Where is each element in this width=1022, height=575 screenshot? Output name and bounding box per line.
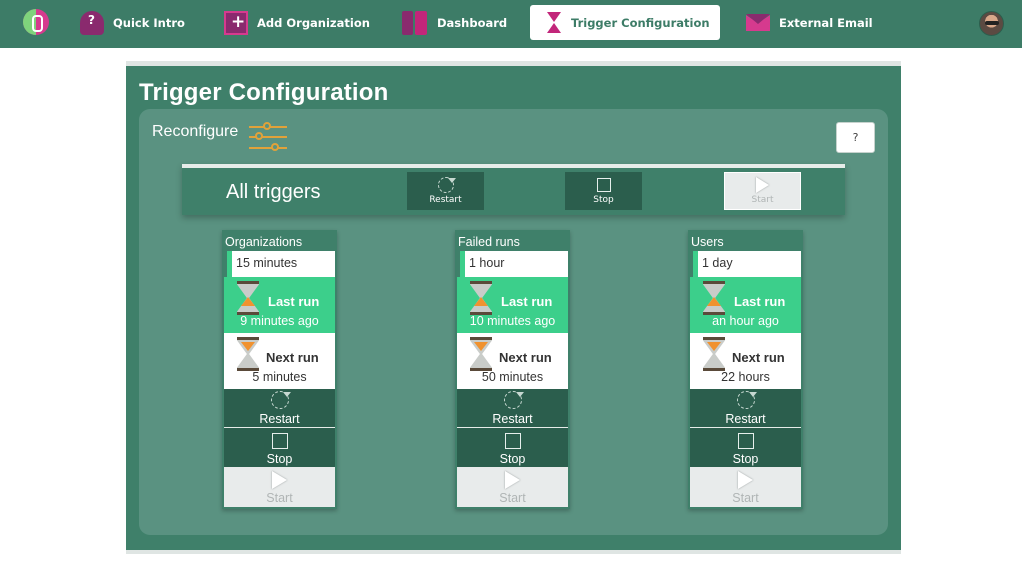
start-label: Start — [732, 491, 759, 505]
nav-add-organization[interactable]: Add Organization — [224, 6, 370, 40]
lightbulb-question-icon — [80, 11, 104, 35]
restart-button[interactable]: Restart — [224, 389, 335, 427]
add-box-icon — [224, 11, 248, 35]
stop-icon — [271, 433, 288, 449]
trigger-name: Users — [691, 235, 724, 249]
help-button[interactable]: ? — [836, 122, 875, 153]
restart-icon — [270, 391, 291, 409]
last-run-label: Last run — [501, 294, 553, 309]
restart-button[interactable]: Restart — [690, 389, 801, 427]
envelope-icon — [746, 11, 770, 35]
start-label: Start — [499, 491, 526, 505]
nav-dashboard-label: Dashboard — [437, 16, 508, 30]
all-restart-button[interactable]: Restart — [407, 172, 484, 210]
last-run-panel: Last run an hour ago — [690, 277, 801, 333]
all-start-label: Start — [751, 195, 774, 205]
restart-label: Restart — [725, 412, 766, 426]
hourglass-icon — [546, 11, 562, 35]
hourglass-icon — [237, 281, 259, 309]
nav-trigger-configuration-label: Trigger Configuration — [571, 15, 710, 30]
trigger-card-organizations: Organizations 15 minutes Last run 9 minu… — [222, 230, 337, 509]
last-run-panel: Last run 10 minutes ago — [457, 277, 568, 333]
next-run-panel: Next run 22 hours — [690, 333, 801, 389]
hourglass-icon — [703, 337, 725, 365]
restart-button[interactable]: Restart — [457, 389, 568, 427]
trigger-config-container: Reconfigure ? All triggers Restart Stop … — [139, 109, 888, 535]
user-avatar[interactable] — [979, 11, 1004, 36]
restart-icon — [736, 391, 757, 409]
hourglass-icon — [470, 337, 492, 365]
stop-label: Stop — [266, 452, 293, 466]
page-title: Trigger Configuration — [139, 79, 389, 106]
trigger-interval[interactable]: 1 day — [693, 251, 801, 277]
stop-label: Stop — [499, 452, 526, 466]
start-button[interactable]: Start — [224, 467, 335, 507]
last-run-label: Last run — [268, 294, 320, 309]
play-icon — [756, 177, 769, 193]
last-run-value: 10 minutes ago — [469, 314, 556, 328]
restart-icon — [503, 391, 524, 409]
next-run-value: 50 minutes — [481, 370, 544, 384]
last-run-value: an hour ago — [712, 314, 779, 328]
top-navbar: Quick Intro Add Organization Dashboard T… — [0, 0, 1022, 48]
trigger-card-users: Users 1 day Last run an hour ago Next ru… — [688, 230, 803, 509]
all-triggers-title: All triggers — [226, 181, 321, 203]
main-panel: Trigger Configuration Reconfigure ? All … — [126, 61, 901, 554]
stop-button[interactable]: Stop — [224, 427, 335, 467]
nav-quick-intro[interactable]: Quick Intro — [80, 6, 185, 40]
stop-icon — [596, 178, 611, 192]
next-run-label: Next run — [266, 350, 319, 365]
trigger-interval[interactable]: 1 hour — [460, 251, 568, 277]
restart-icon — [437, 177, 456, 193]
last-run-panel: Last run 9 minutes ago — [224, 277, 335, 333]
start-label: Start — [266, 491, 293, 505]
nav-add-organization-label: Add Organization — [257, 16, 370, 30]
play-icon — [505, 471, 520, 489]
stop-button[interactable]: Stop — [457, 427, 568, 467]
stop-button[interactable]: Stop — [690, 427, 801, 467]
restart-label: Restart — [492, 412, 533, 426]
dashboard-icon — [402, 11, 428, 35]
all-stop-label: Stop — [593, 195, 614, 205]
hourglass-icon — [237, 337, 259, 365]
restart-label: Restart — [259, 412, 300, 426]
app-logo-icon[interactable] — [23, 9, 49, 35]
nav-quick-intro-label: Quick Intro — [113, 16, 185, 30]
stop-icon — [504, 433, 521, 449]
trigger-card-failed-runs: Failed runs 1 hour Last run 10 minutes a… — [455, 230, 570, 509]
trigger-interval[interactable]: 15 minutes — [227, 251, 335, 277]
trigger-name: Organizations — [225, 235, 303, 249]
next-run-label: Next run — [499, 350, 552, 365]
start-button[interactable]: Start — [457, 467, 568, 507]
all-start-button[interactable]: Start — [724, 172, 801, 210]
next-run-value: 22 hours — [721, 370, 770, 384]
play-icon — [738, 471, 753, 489]
nav-dashboard[interactable]: Dashboard — [402, 6, 507, 40]
play-icon — [272, 471, 287, 489]
sliders-icon[interactable] — [249, 122, 289, 155]
last-run-label: Last run — [734, 294, 786, 309]
last-run-value: 9 minutes ago — [240, 314, 319, 328]
nav-external-email-label: External Email — [779, 16, 873, 30]
next-run-panel: Next run 50 minutes — [457, 333, 568, 389]
next-run-value: 5 minutes — [252, 370, 307, 384]
next-run-label: Next run — [732, 350, 785, 365]
hourglass-icon — [703, 281, 725, 309]
next-run-panel: Next run 5 minutes — [224, 333, 335, 389]
hourglass-icon — [470, 281, 492, 309]
stop-label: Stop — [732, 452, 759, 466]
start-button[interactable]: Start — [690, 467, 801, 507]
nav-trigger-configuration[interactable]: Trigger Configuration — [530, 5, 720, 40]
all-restart-label: Restart — [429, 195, 462, 205]
stop-icon — [737, 433, 754, 449]
trigger-name: Failed runs — [458, 235, 520, 249]
all-triggers-bar: All triggers Restart Stop Start — [182, 164, 845, 215]
nav-external-email[interactable]: External Email — [746, 6, 873, 40]
all-stop-button[interactable]: Stop — [565, 172, 642, 210]
reconfigure-label: Reconfigure — [152, 123, 239, 140]
